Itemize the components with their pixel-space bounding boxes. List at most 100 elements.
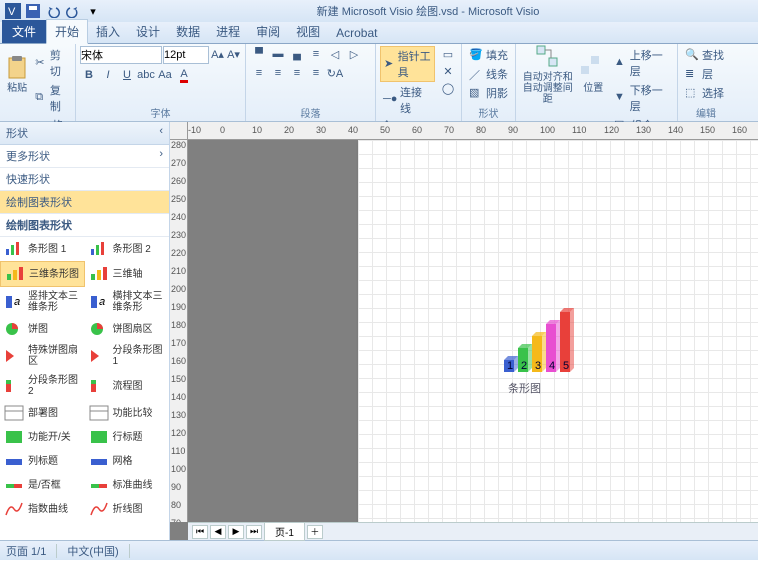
shape-item[interactable]: 流程图 [85,371,170,401]
rect-tool-button[interactable]: ▭ [439,46,457,62]
shape-item[interactable]: 三维轴 [85,261,170,287]
tab-acrobat[interactable]: Acrobat [328,23,385,43]
tab-data[interactable]: 数据 [168,20,208,43]
drawing-page[interactable]: 12345 条形图 [358,140,758,522]
align-right-button[interactable]: ≡ [288,65,306,81]
indent-inc-button[interactable]: ▷ [345,46,363,62]
indent-dec-button[interactable]: ◁ [326,46,344,62]
shape-item[interactable]: 网格 [85,449,170,473]
auto-align-button[interactable]: 自动对齐和 自动调整间距 [520,46,576,102]
rotate-text-button[interactable]: ↻A [326,65,344,81]
shape-label: 功能开/关 [28,432,71,443]
justify-button[interactable]: ≡ [307,65,325,81]
shape-item[interactable]: 功能比较 [85,401,170,425]
paste-button[interactable]: 粘贴 [4,46,30,102]
app-icon: V [4,2,22,20]
font-color-button[interactable]: A [175,67,193,83]
bold-button[interactable]: B [80,67,98,83]
shadow-button[interactable]: ▧阴影 [466,84,511,102]
shape-label: 部署图 [28,408,58,419]
find-button[interactable]: 🔍查找 [682,46,727,64]
svg-text:𝑎: 𝑎 [99,296,105,308]
tab-home[interactable]: 开始 [46,19,88,44]
more-shapes-item[interactable]: 更多形状 › [0,145,169,168]
align-left-button[interactable]: ≡ [250,65,268,81]
quick-shapes-item[interactable]: 快速形状 [0,168,169,191]
tab-insert[interactable]: 插入 [88,20,128,43]
bullets-button[interactable]: ≡ [307,46,325,62]
chevron-left-icon[interactable]: ‹ [159,125,163,141]
shapes-section-title: 绘制图表形状 [0,214,169,237]
shape-item[interactable]: 分段条形图 1 [85,341,170,371]
send-backward-button[interactable]: ▼下移一层 [611,81,673,115]
canvas-viewport[interactable]: 12345 条形图 [188,140,758,522]
tab-review[interactable]: 审阅 [248,20,288,43]
qat-dropdown-icon[interactable]: ▾ [84,2,102,20]
shape-item[interactable]: 饼图扇区 [85,317,170,341]
redo-icon[interactable] [64,2,82,20]
shape-item[interactable]: 折线图 [85,497,170,521]
pointer-tool-button[interactable]: ➤指针工具 [380,46,435,82]
undo-icon[interactable] [44,2,62,20]
copy-button[interactable]: ⧉复制 [32,81,71,115]
position-button[interactable]: 位置 [578,46,609,102]
text-case-button[interactable]: Aa [156,67,174,83]
layers-button[interactable]: ≣层 [682,65,727,83]
shape-item[interactable]: 条形图 2 [85,237,170,261]
ellipse-tool-button[interactable]: ◯ [439,80,457,96]
prev-page-button[interactable]: ◀ [210,525,226,539]
charting-shapes-item[interactable]: 绘制图表形状 [0,191,169,214]
fill-icon: 🪣 [469,48,483,62]
tab-view[interactable]: 视图 [288,20,328,43]
new-page-button[interactable]: ＋ [307,525,323,539]
page-tab[interactable]: 页-1 [264,522,305,541]
bar-chart-3d[interactable]: 12345 [498,300,588,380]
shape-thumb-icon [4,477,24,493]
shape-item[interactable]: 条形图 1 [0,237,85,261]
fill-button[interactable]: 🪣填充 [466,46,511,64]
file-tab[interactable]: 文件 [2,20,46,43]
shape-item[interactable]: 是/否框 [0,473,85,497]
shape-item[interactable]: 标准曲线 [85,473,170,497]
first-page-button[interactable]: ⏮ [192,525,208,539]
bring-forward-button[interactable]: ▲上移一层 [611,46,673,80]
align-bottom-button[interactable]: ▄ [288,46,306,62]
shape-item[interactable]: 功能开/关 [0,425,85,449]
font-name-combo[interactable] [80,46,162,64]
svg-text:1: 1 [507,360,513,372]
save-icon[interactable] [24,2,42,20]
shape-label: 标准曲线 [113,480,153,491]
shape-item[interactable]: 特殊饼图扇区 [0,341,85,371]
tab-process[interactable]: 进程 [208,20,248,43]
connector-tool-button[interactable]: ─●连接线 [380,83,435,117]
next-page-button[interactable]: ▶ [228,525,244,539]
shrink-font-button[interactable]: A▾ [226,46,241,62]
strike-button[interactable]: abc [137,67,155,83]
shape-item[interactable]: 𝑎横排文本三维条形 [85,287,170,317]
bring-forward-icon: ▲ [614,56,627,70]
shape-item[interactable]: 指数曲线 [0,497,85,521]
grow-font-button[interactable]: A▴ [210,46,225,62]
font-size-combo[interactable] [163,46,209,64]
shape-item[interactable]: 𝑎竖排文本三维条形 [0,287,85,317]
last-page-button[interactable]: ⏭ [246,525,262,539]
align-center-button[interactable]: ≡ [269,65,287,81]
x-tool-button[interactable]: ✕ [439,63,457,79]
align-middle-button[interactable]: ▬ [269,46,287,62]
tab-design[interactable]: 设计 [128,20,168,43]
language-indicator[interactable]: 中文(中国) [67,543,118,559]
cut-button[interactable]: ✂剪切 [32,46,71,80]
shape-item[interactable]: 列标题 [0,449,85,473]
shape-item[interactable]: 部署图 [0,401,85,425]
align-top-button[interactable]: ▀ [250,46,268,62]
shape-thumb-icon [4,348,24,364]
underline-button[interactable]: U [118,67,136,83]
line-button[interactable]: ／线条 [466,65,511,83]
shape-item[interactable]: 分段条形图 2 [0,371,85,401]
shape-item[interactable]: 饼图 [0,317,85,341]
shape-item[interactable]: 行标题 [85,425,170,449]
send-backward-icon: ▼ [614,91,627,105]
italic-button[interactable]: I [99,67,117,83]
select-button[interactable]: ⬚选择 [682,84,727,102]
shape-item[interactable]: 三维条形图 [0,261,85,287]
